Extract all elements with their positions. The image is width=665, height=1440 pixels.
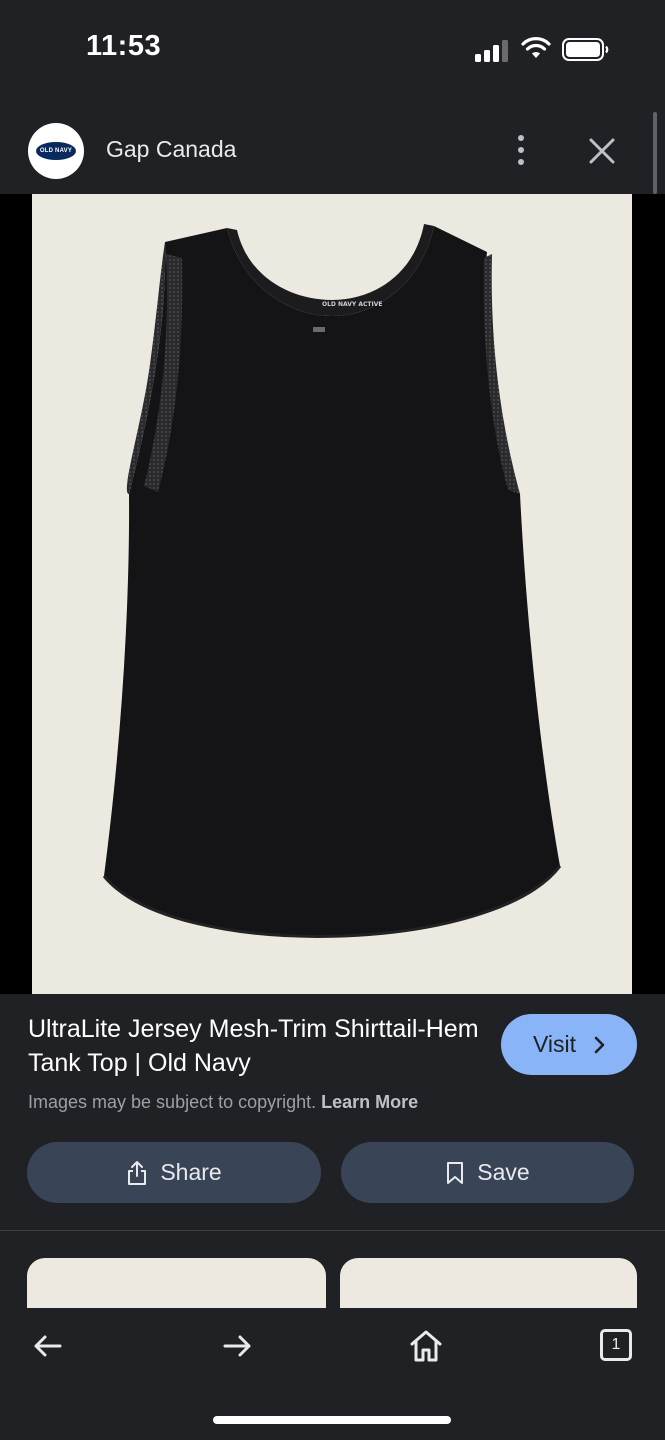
home-indicator[interactable] — [213, 1416, 451, 1424]
learn-more-link[interactable]: Learn More — [321, 1092, 418, 1112]
visit-label: Visit — [533, 1031, 577, 1057]
arrow-right-icon[interactable] — [217, 1326, 257, 1366]
product-title[interactable]: UltraLite Jersey Mesh-Trim Shirttail-Hem… — [28, 1012, 488, 1080]
more-vert-icon[interactable] — [506, 132, 536, 168]
chevron-right-icon — [594, 1036, 605, 1054]
copyright-notice: Images may be subject to copyright. Lear… — [28, 1092, 418, 1113]
old-navy-logo: OLD NAVY — [36, 142, 76, 160]
tab-switcher-button[interactable]: 1 — [600, 1329, 632, 1361]
tank-top-illustration: OLD NAVY ACTIVE — [102, 224, 562, 938]
image-info-panel: UltraLite Jersey Mesh-Trim Shirttail-Hem… — [0, 994, 665, 1230]
save-button[interactable]: Save — [341, 1142, 634, 1203]
arrow-left-icon[interactable] — [28, 1326, 68, 1366]
related-image-card[interactable] — [27, 1258, 326, 1308]
site-header: OLD NAVY Gap Canada — [0, 100, 665, 194]
section-divider — [0, 1230, 665, 1231]
image-viewer: OLD NAVY ACTIVE — [0, 194, 665, 994]
svg-text:OLD NAVY ACTIVE: OLD NAVY ACTIVE — [322, 301, 382, 308]
share-icon — [128, 1160, 147, 1185]
visit-button[interactable]: Visit — [501, 1014, 637, 1075]
site-logo[interactable]: OLD NAVY — [28, 123, 84, 179]
bookmark-icon — [447, 1161, 464, 1184]
save-label: Save — [477, 1159, 530, 1185]
home-icon[interactable] — [406, 1326, 446, 1366]
cellular-signal-icon — [475, 38, 511, 62]
scrollbar[interactable] — [653, 112, 657, 194]
share-label: Share — [160, 1159, 222, 1185]
product-image[interactable]: OLD NAVY ACTIVE — [32, 194, 632, 994]
copyright-text: Images may be subject to copyright. — [28, 1092, 317, 1112]
status-bar: 11:53 — [0, 0, 665, 100]
site-name[interactable]: Gap Canada — [106, 136, 236, 163]
share-button[interactable]: Share — [27, 1142, 321, 1203]
battery-icon — [562, 38, 609, 61]
wifi-icon — [521, 37, 551, 58]
close-icon[interactable] — [585, 134, 619, 168]
related-image-card[interactable] — [340, 1258, 637, 1308]
status-time: 11:53 — [86, 30, 162, 62]
